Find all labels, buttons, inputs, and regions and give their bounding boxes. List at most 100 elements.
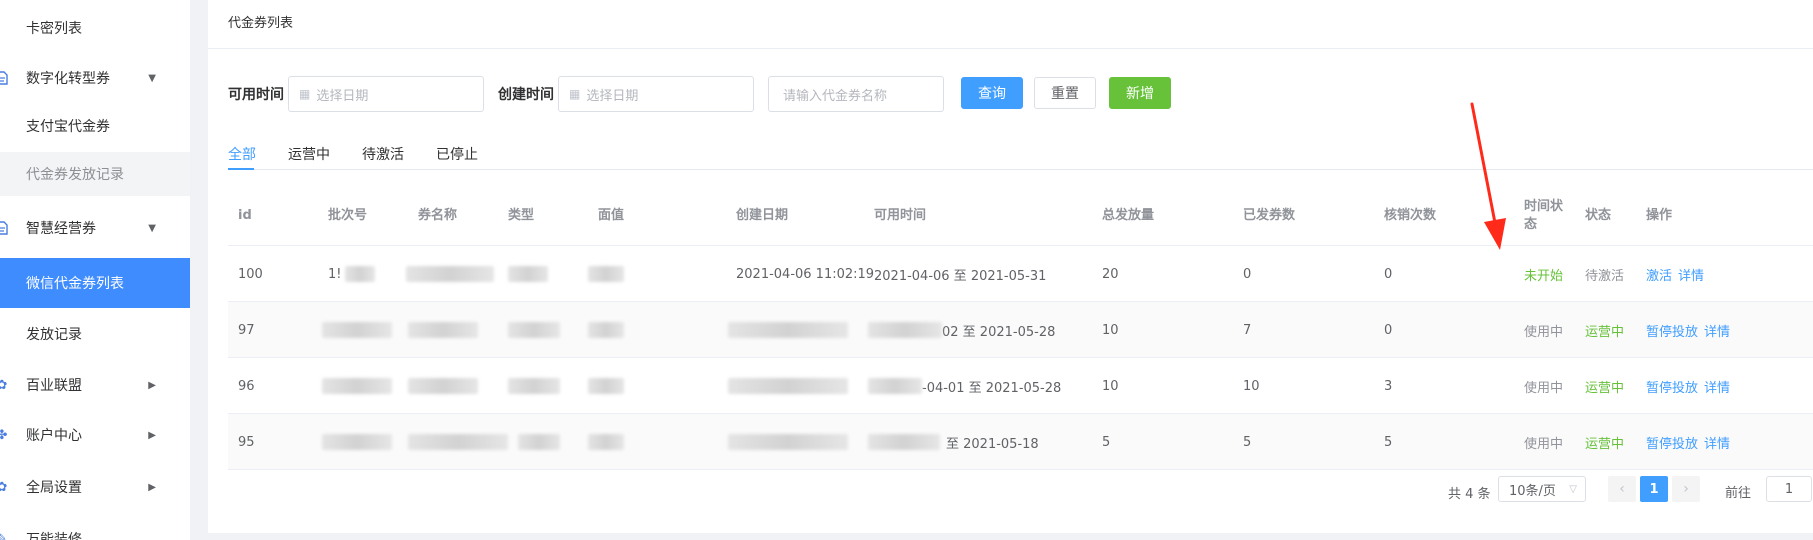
- caret-right-icon: ▶: [148, 481, 156, 493]
- cell-id: 97: [238, 322, 255, 338]
- coupon-name-placeholder: 请输入代金券名称: [783, 88, 888, 104]
- pagination: 共 4 条 10条/页 ▽ ‹ 1 › 前往 1 页: [208, 476, 1813, 506]
- goto-page-input[interactable]: 1: [1766, 476, 1812, 502]
- pause-link[interactable]: 暂停投放: [1646, 433, 1698, 452]
- sidebar-item-wechat-coupon-list[interactable]: 微信代金券列表: [0, 258, 190, 308]
- document-icon: [0, 221, 8, 235]
- cell-time-status: 未开始: [1524, 268, 1564, 284]
- detail-link[interactable]: 详情: [1704, 377, 1730, 396]
- sidebar-item-account[interactable]: ✤ 账户中心 ▶: [0, 412, 190, 458]
- add-button[interactable]: 新增: [1109, 77, 1171, 109]
- blurred-cell: [408, 322, 478, 338]
- cell-total: 20: [1102, 266, 1119, 282]
- coupon-name-input[interactable]: 请输入代金券名称: [768, 76, 944, 112]
- blurred-cell: [408, 434, 508, 450]
- page-size-select[interactable]: 10条/页 ▽: [1498, 476, 1586, 502]
- cell-issued: 0: [1243, 266, 1252, 282]
- cell-value: [588, 246, 624, 302]
- cell-redeemed: 5: [1384, 434, 1393, 450]
- cell-total: 10: [1102, 378, 1119, 394]
- tab-stopped[interactable]: 已停止: [436, 144, 478, 164]
- tab-running[interactable]: 运营中: [288, 144, 330, 164]
- sidebar-item-coupon-records[interactable]: 代金券发放记录: [0, 152, 190, 196]
- blurred-cell: [406, 266, 494, 282]
- cell-total: 5: [1102, 434, 1111, 450]
- reset-button[interactable]: 重置: [1034, 77, 1096, 109]
- detail-link[interactable]: 详情: [1704, 321, 1730, 340]
- cell-status: 运营中: [1585, 436, 1625, 452]
- caret-right-icon: ▶: [148, 379, 156, 391]
- sidebar-item-global-settings[interactable]: ✿ 全局设置 ▶: [0, 464, 190, 510]
- tab-pending[interactable]: 待激活: [362, 144, 404, 164]
- sidebar-item-label: 账户中心: [26, 428, 82, 444]
- cell-redeemed: 0: [1384, 266, 1393, 282]
- sidebar-item-issue-records[interactable]: 发放记录: [0, 310, 190, 358]
- cell-actions: 激活 详情: [1646, 246, 1710, 302]
- cell-created: [728, 358, 848, 414]
- tab-all[interactable]: 全部: [228, 144, 256, 164]
- cell-issued: 10: [1243, 378, 1260, 394]
- table-row: 96 -04-01 至 2021-05-28 10 10 3 使用中 运营中 暂…: [228, 358, 1813, 414]
- blurred-cell: [588, 378, 624, 394]
- sidebar: 卡密列表 数字化转型券 ▼ 支付宝代金券 代金券发放记录 智慧经营券 ▼ 微信代…: [0, 0, 190, 540]
- cell-value: [588, 358, 624, 414]
- blurred-cell: [518, 434, 560, 450]
- col-actions: 操作: [1646, 208, 1673, 223]
- next-page-button[interactable]: ›: [1672, 476, 1700, 502]
- cell-redeemed: 0: [1384, 322, 1393, 338]
- sidebar-item-decoration[interactable]: ✎ 万能装修: [0, 524, 190, 540]
- blurred-cell: [728, 434, 848, 450]
- status-tabs: 全部 运营中 待激活 已停止: [228, 136, 1813, 170]
- sidebar-item-label: 支付宝代金券: [26, 119, 110, 135]
- query-button[interactable]: 查询: [961, 77, 1023, 109]
- cell-available: -04-01 至 2021-05-28: [868, 358, 1061, 414]
- gear-icon: ✿: [0, 479, 8, 495]
- cell-type: [508, 358, 560, 414]
- sidebar-item-digital-coupon[interactable]: 数字化转型券 ▼: [0, 56, 190, 100]
- cell-batch: 1!: [328, 246, 376, 302]
- available-time-picker[interactable]: ▦ 选择日期: [288, 76, 484, 112]
- page-title: 代金券列表: [228, 16, 294, 31]
- cell-actions: 暂停投放 详情: [1646, 414, 1736, 470]
- sidebar-item-alipay-coupon[interactable]: 支付宝代金券: [0, 104, 190, 148]
- table-row: 97 02 至 2021-05-28 10 7 0 使用中 运营中 暂停投放 详…: [228, 302, 1813, 358]
- detail-link[interactable]: 详情: [1704, 433, 1730, 452]
- people-icon: ✤: [0, 427, 8, 443]
- sidebar-item-card-list[interactable]: 卡密列表: [0, 8, 190, 48]
- gear-icon: ✿: [0, 377, 8, 393]
- cell-available-text: -04-01 至 2021-05-28: [922, 380, 1062, 396]
- pagination-total: 共 4 条: [1448, 487, 1491, 502]
- page-size-value: 10条/页: [1509, 483, 1556, 499]
- available-time-placeholder: 选择日期: [316, 88, 369, 104]
- cell-issued: 5: [1243, 434, 1252, 450]
- created-time-picker[interactable]: ▦ 选择日期: [558, 76, 754, 112]
- col-total: 总发放量: [1102, 208, 1155, 223]
- prev-page-button[interactable]: ‹: [1608, 476, 1636, 502]
- sidebar-item-smart-coupon[interactable]: 智慧经营券 ▼: [0, 206, 190, 250]
- page-number-button[interactable]: 1: [1640, 476, 1668, 502]
- blurred-cell: [345, 266, 376, 282]
- sidebar-item-alliance[interactable]: ✿ 百业联盟 ▶: [0, 362, 190, 408]
- cell-batch: [322, 358, 392, 414]
- cell-status: 待激活: [1585, 268, 1625, 284]
- annotation-arrow-icon: [1470, 102, 1506, 250]
- cell-available: 至 2021-05-18: [868, 414, 1039, 470]
- pause-link[interactable]: 暂停投放: [1646, 377, 1698, 396]
- blurred-cell: [322, 434, 392, 450]
- col-batch: 批次号: [328, 208, 368, 223]
- cell-type: [518, 414, 560, 470]
- sidebar-item-label: 代金券发放记录: [26, 167, 124, 183]
- detail-link[interactable]: 详情: [1678, 265, 1704, 284]
- cell-available: 2021-04-06 至 2021-05-31: [874, 268, 1047, 284]
- main-card: 代金券列表 可用时间 ▦ 选择日期 创建时间 ▦ 选择日期 请输入代金券名称 查…: [208, 0, 1813, 533]
- blurred-cell: [868, 378, 922, 394]
- cell-batch: [322, 414, 392, 470]
- blurred-cell: [322, 322, 392, 338]
- activate-link[interactable]: 激活: [1646, 265, 1672, 284]
- cell-id: 100: [238, 266, 263, 282]
- blurred-cell: [728, 322, 848, 338]
- col-redeemed: 核销次数: [1384, 208, 1437, 223]
- pause-link[interactable]: 暂停投放: [1646, 321, 1698, 340]
- cell-available-text: 02 至 2021-05-28: [942, 324, 1056, 340]
- chevron-right-icon: ›: [1683, 481, 1689, 497]
